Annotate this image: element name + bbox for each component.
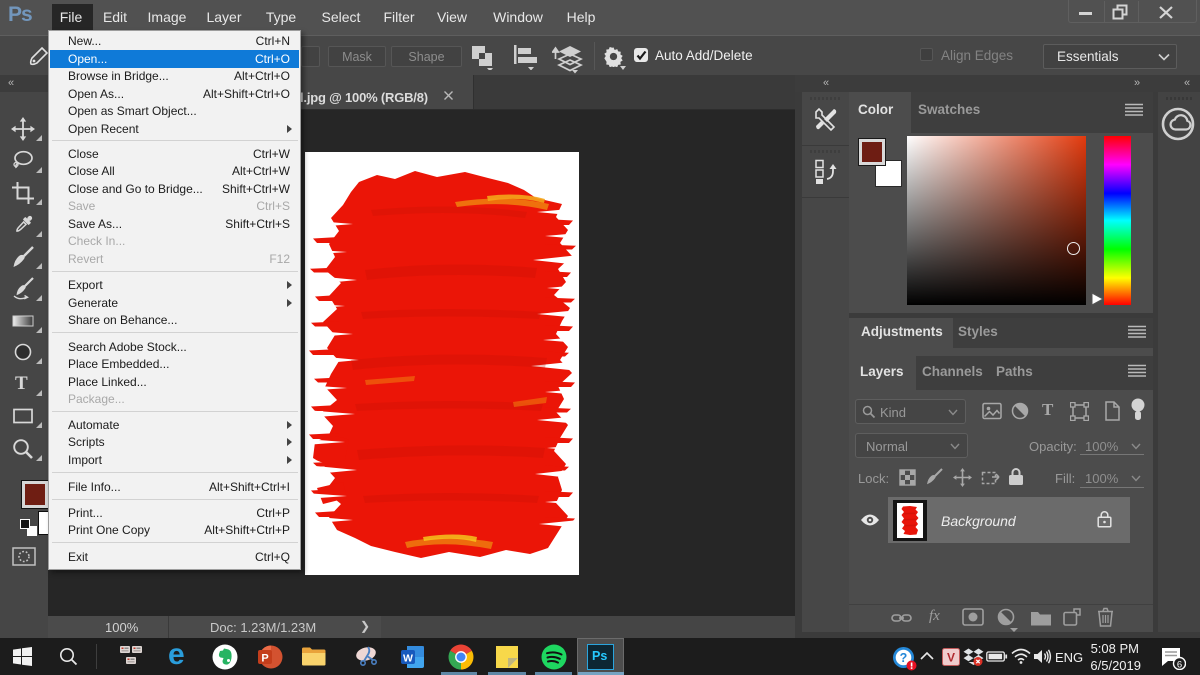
svg-text:6: 6: [1177, 659, 1182, 670]
svg-text:P: P: [261, 653, 268, 665]
svg-text:?: ?: [900, 651, 908, 665]
svg-text:V: V: [947, 651, 955, 665]
svg-text:W: W: [403, 653, 413, 665]
